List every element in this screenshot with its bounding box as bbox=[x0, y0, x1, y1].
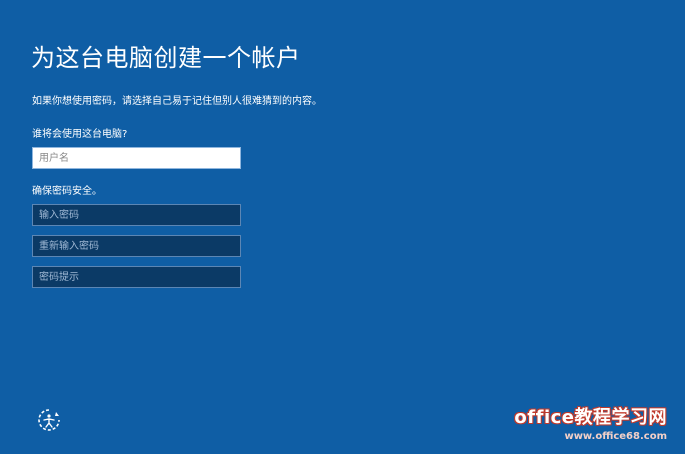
username-input[interactable] bbox=[32, 147, 241, 169]
page-title: 为这台电脑创建一个帐户 bbox=[31, 44, 301, 72]
oobe-screen: 为这台电脑创建一个帐户 如果你想使用密码，请选择自己易于记住但别人很难猜到的内容… bbox=[0, 0, 685, 454]
password-input[interactable] bbox=[32, 204, 241, 226]
watermark: office教程学习网 www.office68.com bbox=[514, 403, 667, 442]
password-hint-input[interactable] bbox=[32, 266, 241, 288]
password-section-label: 确保密码安全。 bbox=[32, 186, 102, 197]
confirm-password-input[interactable] bbox=[32, 235, 241, 257]
watermark-url: www.office68.com bbox=[564, 431, 667, 442]
watermark-title: office教程学习网 bbox=[514, 407, 667, 428]
ease-of-access-icon[interactable] bbox=[36, 407, 62, 433]
who-label: 谁将会使用这台电脑? bbox=[32, 129, 128, 140]
page-subtitle: 如果你想使用密码，请选择自己易于记住但别人很难猜到的内容。 bbox=[32, 96, 322, 107]
